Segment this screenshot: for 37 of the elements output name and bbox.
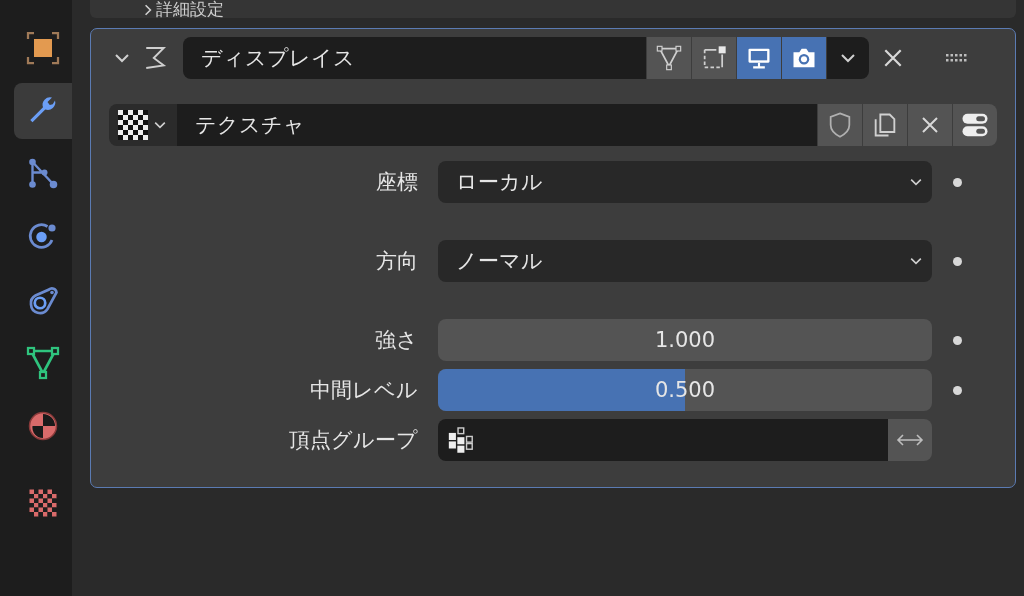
collapsed-panel-header[interactable]: 詳細設定 [90, 0, 1016, 18]
drag-handle-icon[interactable] [946, 53, 968, 63]
modifier-name-field[interactable]: ディスプレイス [183, 37, 646, 79]
texture-name-field[interactable]: テクスチャ [177, 104, 817, 146]
keyframe-dot-icon[interactable] [953, 256, 962, 266]
fake-user-button[interactable] [818, 104, 862, 146]
keyframe-dot-icon[interactable] [953, 177, 962, 187]
edit-mode-toggle[interactable] [647, 37, 691, 79]
property-label: 方向 [375, 248, 419, 275]
property-label: 中間レベル [309, 377, 419, 404]
properties-tab[interactable] [14, 83, 72, 139]
render-toggle[interactable] [782, 37, 826, 79]
keyframe-dot-icon[interactable] [953, 335, 962, 345]
dropdown-field[interactable]: ノーマル [438, 240, 932, 282]
slider-field[interactable]: 0.500 [438, 369, 932, 411]
property-label: 強さ [374, 327, 419, 354]
unlink-button[interactable] [908, 104, 952, 146]
close-icon[interactable] [920, 115, 940, 135]
number-field[interactable]: 1.000 [438, 319, 932, 361]
close-icon[interactable] [882, 47, 904, 69]
toggle-button[interactable] [953, 104, 997, 146]
panel-title: 詳細設定 [156, 1, 224, 18]
slider-value: 0.500 [654, 378, 716, 402]
property-label: 座標 [375, 169, 419, 196]
duplicate-button[interactable] [863, 104, 907, 146]
triangle-vertices-icon [655, 44, 683, 72]
invert-button[interactable] [888, 419, 932, 461]
cage-toggle[interactable] [692, 37, 736, 79]
dropdown-field[interactable]: ローカル [438, 161, 932, 203]
keyframe-dot-icon[interactable] [953, 385, 962, 395]
mesh-triangle-icon [25, 345, 61, 381]
checker-icon [118, 110, 148, 140]
viewport-toggle[interactable] [737, 37, 781, 79]
texture-browse-button[interactable] [109, 104, 177, 146]
property-label: 頂点グループ [288, 427, 419, 454]
cube-icon [25, 30, 61, 66]
vertex-group-field[interactable] [438, 419, 888, 461]
